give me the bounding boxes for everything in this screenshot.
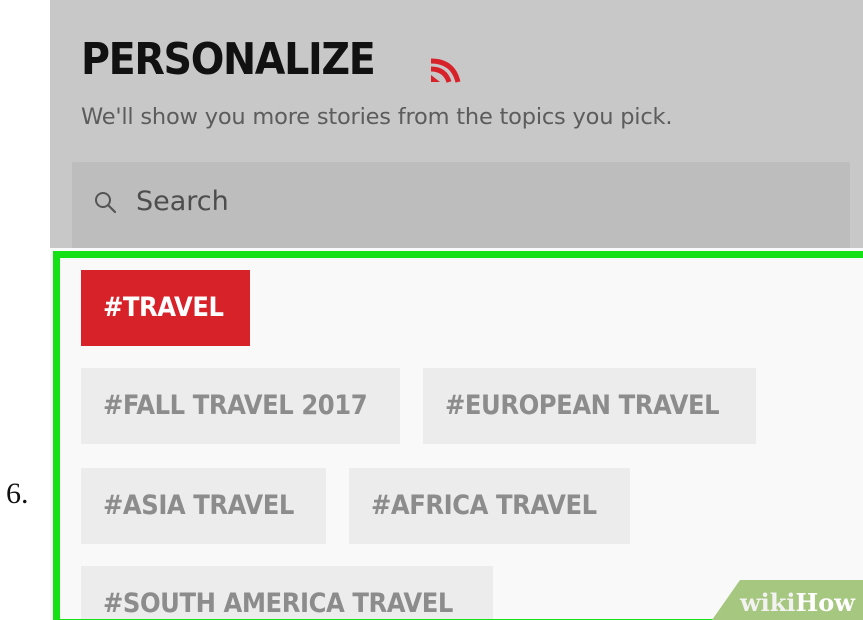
search-input[interactable]: Search: [136, 186, 229, 217]
tag-fall-travel-2017[interactable]: #FALL TRAVEL 2017: [81, 368, 400, 444]
app-screen: PERSONALIZE We'll show you more stories …: [50, 0, 863, 620]
feed-signal-icon: [430, 58, 461, 83]
tag-africa-travel[interactable]: #AFRICA TRAVEL: [349, 468, 630, 544]
title-row: PERSONALIZE: [81, 30, 461, 90]
tag-travel[interactable]: #TRAVEL: [81, 270, 250, 346]
tag-label: #EUROPEAN TRAVEL: [445, 390, 720, 421]
tag-south-america-travel[interactable]: #SOUTH AMERICA TRAVEL: [81, 566, 493, 620]
page-title: PERSONALIZE: [81, 34, 376, 85]
wikihow-watermark: wikiHow: [740, 588, 855, 617]
personalize-header: PERSONALIZE We'll show you more stories …: [50, 0, 863, 248]
tag-label: #TRAVEL: [103, 292, 224, 323]
search-bar[interactable]: Search: [72, 162, 850, 248]
tag-label: #ASIA TRAVEL: [103, 490, 294, 521]
tag-label: #AFRICA TRAVEL: [371, 490, 597, 521]
tag-asia-travel[interactable]: #ASIA TRAVEL: [81, 468, 326, 544]
topic-tags-panel: #TRAVEL #FALL TRAVEL 2017 #EUROPEAN TRAV…: [50, 248, 863, 620]
tag-european-travel[interactable]: #EUROPEAN TRAVEL: [423, 368, 756, 444]
tag-label: #FALL TRAVEL 2017: [103, 390, 368, 421]
page: 6. PERSONALIZE We'll show you more stori…: [0, 0, 863, 620]
page-subtitle: We'll show you more stories from the top…: [81, 104, 673, 130]
watermark-part2: How: [795, 588, 855, 617]
watermark-part1: wiki: [740, 588, 796, 617]
tag-label: #SOUTH AMERICA TRAVEL: [103, 588, 453, 619]
search-icon: [95, 192, 117, 214]
step-number: 6.: [6, 477, 29, 510]
